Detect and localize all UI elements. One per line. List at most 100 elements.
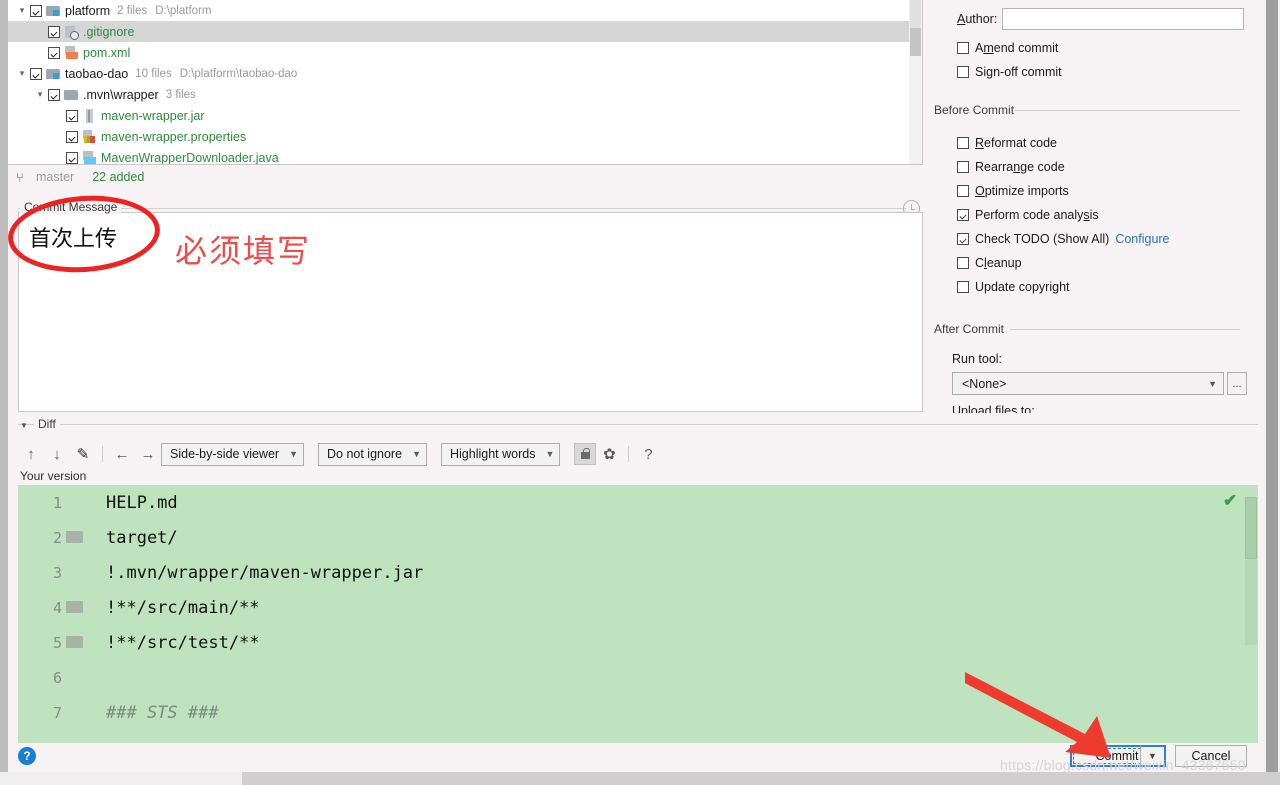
tree-row[interactable]: ▾ .mvn\wrapper 3 files <box>8 84 922 105</box>
before-commit-option-row[interactable]: Reformat code <box>957 131 1170 155</box>
tree-row[interactable]: ▾ platform 2 files D:\platform <box>8 0 922 21</box>
arrow-down-icon[interactable]: ↓ <box>44 441 70 467</box>
before-commit-option-row[interactable]: Check TODO (Show All) Configure <box>957 227 1170 251</box>
before-commit-option-checkbox[interactable] <box>957 209 969 221</box>
diff-collapse-toggle[interactable]: ▼ <box>20 421 28 430</box>
file-checkbox[interactable] <box>30 4 42 17</box>
diff-line-number: 7 <box>52 703 62 722</box>
commit-option-label: Sign-off commit <box>975 65 1062 79</box>
changed-files-tree[interactable]: ▾platform2 filesD:\platform▾.gitignore▾p… <box>8 0 923 165</box>
tree-row[interactable]: ▾maven-wrapper.jar <box>8 105 922 126</box>
file-count: 10 files <box>135 67 172 80</box>
file-checkbox[interactable] <box>48 88 60 101</box>
diff-line-number: 6 <box>52 668 62 687</box>
before-commit-option-checkbox[interactable] <box>957 185 969 197</box>
diff-scrollbar-thumb[interactable] <box>1245 497 1257 559</box>
file-checkbox[interactable] <box>48 25 60 38</box>
commit-option-label: Amend commit <box>975 41 1059 55</box>
run-tool-dropdown[interactable]: <None> ▼ <box>952 372 1224 395</box>
before-commit-option-row[interactable]: Cleanup <box>957 251 1170 275</box>
toolbar-separator <box>628 446 630 462</box>
file-count: 2 files <box>117 4 148 17</box>
left-edge-scrollbar[interactable] <box>0 0 8 772</box>
file-path: D:\platform <box>155 4 212 17</box>
configure-link[interactable]: Configure <box>1115 232 1169 246</box>
expand-toggle-icon[interactable]: ▾ <box>32 89 48 100</box>
diff-section-label: Diff <box>34 417 60 431</box>
diff-toolbar: ↑ ↓ ✎ ← → Side-by-side viewer ▼ Do not i… <box>18 440 661 468</box>
folder-icon <box>62 625 88 660</box>
help-icon[interactable]: ? <box>18 747 36 765</box>
commit-option-row[interactable]: Amend commit <box>957 36 1062 60</box>
before-commit-option-checkbox[interactable] <box>957 281 969 293</box>
diff-line-text: !**/src/test/** <box>106 632 260 653</box>
before-commit-option-checkbox[interactable] <box>957 257 969 269</box>
highlight-mode-dropdown[interactable]: Highlight words ▼ <box>440 442 561 466</box>
file-checkbox[interactable] <box>66 109 78 122</box>
before-commit-option-row[interactable]: Optimize imports <box>957 179 1170 203</box>
lock-icon[interactable] <box>574 443 597 465</box>
expand-toggle-icon[interactable]: ▾ <box>14 68 30 79</box>
before-commit-option-checkbox[interactable] <box>957 161 969 173</box>
diff-line: 5 !**/src/test/** <box>18 625 1258 660</box>
gear-icon[interactable]: ✿ <box>596 441 622 467</box>
tree-row[interactable]: ▾maven-wrapper.properties <box>8 126 922 147</box>
right-edge-scrollbar[interactable] <box>1264 0 1280 772</box>
tree-row[interactable]: ▾ taobao-dao 10 files D:\platform\taobao-da… <box>8 63 922 84</box>
diff-gutter-spacer <box>62 695 88 730</box>
tree-row[interactable]: ▾.gitignore <box>8 21 922 42</box>
browse-button[interactable]: ... <box>1227 372 1247 395</box>
diff-line: 4 !**/src/main/** <box>18 590 1258 625</box>
viewer-mode-value: Side-by-side viewer <box>170 447 280 461</box>
file-checkbox[interactable] <box>66 130 78 143</box>
folder-icon <box>64 88 79 102</box>
file-checkbox[interactable] <box>48 46 60 59</box>
file-tree-scrollbar[interactable] <box>909 0 922 164</box>
diff-line-text: !**/src/main/** <box>106 597 260 618</box>
folder-icon <box>62 590 88 625</box>
diff-line-text: target/ <box>106 527 178 548</box>
expand-toggle-icon[interactable]: ▾ <box>14 5 30 16</box>
file-tree-scrollbar-thumb[interactable] <box>910 28 921 56</box>
changes-count: 22 added <box>92 170 145 184</box>
file-name: taobao-dao <box>65 66 129 81</box>
file-name: pom.xml <box>83 45 131 60</box>
right-scrollbar-thumb[interactable] <box>1266 0 1278 772</box>
before-commit-option-row[interactable]: Perform code analysis <box>957 203 1170 227</box>
gitignore-file-icon <box>64 25 79 40</box>
before-commit-label: Before Commit <box>934 103 1021 117</box>
tree-row[interactable]: ▾MavenWrapperDownloader.java <box>8 147 922 165</box>
diff-line-number: 5 <box>52 633 62 652</box>
viewer-mode-dropdown[interactable]: Side-by-side viewer ▼ <box>161 442 304 466</box>
horizontal-scrollbar[interactable] <box>0 772 1280 785</box>
branch-status-bar: ⑂ master 22 added <box>8 166 923 188</box>
file-path: D:\platform\taobao-dao <box>179 67 298 80</box>
diff-gutter-spacer <box>62 485 88 520</box>
ignore-mode-dropdown[interactable]: Do not ignore ▼ <box>318 442 427 466</box>
pencil-icon[interactable]: ✎ <box>70 441 96 467</box>
arrow-left-icon[interactable]: ← <box>109 441 135 467</box>
file-name: .mvn\wrapper <box>83 87 159 102</box>
commit-options-panel: Author: Amend commit Sign-off commit Befo… <box>930 0 1264 412</box>
author-input[interactable] <box>1002 8 1244 30</box>
before-commit-option-checkbox[interactable] <box>957 233 969 245</box>
commit-option-checkbox[interactable] <box>957 66 969 78</box>
arrow-up-icon[interactable]: ↑ <box>18 441 44 467</box>
run-tool-value: <None> <box>962 376 1007 391</box>
before-commit-option-row[interactable]: Rearrange code <box>957 155 1170 179</box>
file-name: MavenWrapperDownloader.java <box>101 150 279 165</box>
before-commit-option-checkbox[interactable] <box>957 137 969 149</box>
diff-scrollbar-track <box>1245 559 1257 645</box>
before-commit-option-row[interactable]: Update copyright <box>957 275 1170 299</box>
before-commit-option-label: Cleanup <box>975 256 1022 270</box>
question-mark-icon[interactable]: ? <box>635 441 661 467</box>
commit-option-checkbox[interactable] <box>957 42 969 54</box>
file-checkbox[interactable] <box>66 151 78 164</box>
file-name: maven-wrapper.properties <box>101 129 247 144</box>
diff-scrollbar[interactable] <box>1243 485 1258 743</box>
arrow-right-icon[interactable]: → <box>135 441 161 467</box>
tree-row[interactable]: ▾pom.xml <box>8 42 922 63</box>
file-checkbox[interactable] <box>30 67 42 80</box>
horizontal-scrollbar-thumb[interactable] <box>0 772 242 785</box>
commit-option-row[interactable]: Sign-off commit <box>957 60 1062 84</box>
